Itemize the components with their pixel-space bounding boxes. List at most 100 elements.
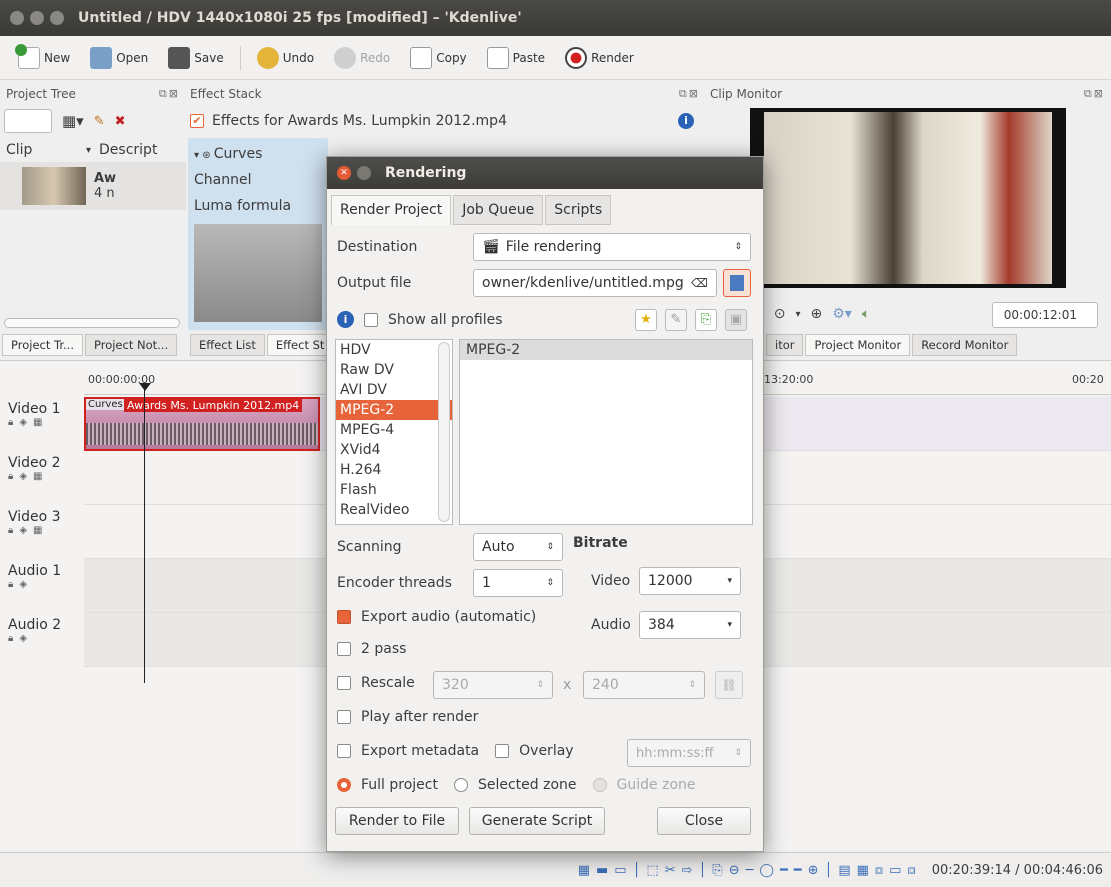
output-file-field[interactable]: owner/kdenlive/untitled.mpg ⌫	[473, 269, 717, 297]
play-after-render-checkbox[interactable]	[337, 710, 351, 724]
add-clip-icon[interactable]: ▦▾	[62, 112, 84, 130]
edit-profile-icon[interactable]: ✎	[665, 309, 687, 331]
format-list[interactable]: HDV Raw DV AVI DV MPEG-2 MPEG-4 XVid4 H.…	[335, 339, 453, 525]
play-dropdown-icon[interactable]: ▾	[795, 309, 800, 320]
audio-bitrate-select[interactable]: 384 ▾	[639, 611, 741, 639]
list-item[interactable]: Raw DV	[336, 360, 452, 380]
export-audio-checkbox[interactable]	[337, 610, 351, 624]
full-project-radio[interactable]	[337, 778, 351, 792]
save-button[interactable]: Save	[160, 43, 231, 73]
list-item[interactable]: Aw 4 n	[0, 162, 186, 210]
dialog-menu-icon[interactable]	[357, 166, 371, 180]
track-lock-icon[interactable]: 🔒︎◈▦	[8, 417, 76, 428]
open-button[interactable]: Open	[82, 43, 156, 73]
dock-buttons-icon[interactable]: ⧉⊠	[159, 87, 186, 101]
list-item[interactable]: RealVideo	[336, 500, 452, 520]
tab-project-monitor[interactable]: Project Monitor	[805, 334, 911, 356]
tab-render-project[interactable]: Render Project	[331, 195, 452, 225]
track-header-video-1[interactable]: Video 1 🔒︎◈▦	[0, 397, 84, 451]
monitor-timecode-field[interactable]: 00:00:12:01	[992, 302, 1098, 328]
info-icon[interactable]: i	[678, 113, 694, 129]
tab-job-queue[interactable]: Job Queue	[453, 195, 544, 225]
copy-button[interactable]: Copy	[402, 43, 474, 73]
link-aspect-button[interactable]: ⛓︎	[715, 671, 743, 699]
generate-script-button[interactable]: Generate Script	[469, 807, 605, 835]
guide-zone-radio[interactable]	[592, 778, 607, 792]
new-profile-icon[interactable]: ⎘	[695, 309, 717, 331]
paste-button[interactable]: Paste	[479, 43, 553, 73]
delete-clip-icon[interactable]: ✖	[115, 114, 126, 129]
selected-zone-radio[interactable]	[453, 778, 468, 792]
scanning-select[interactable]: Auto ⇕	[473, 533, 563, 561]
delete-profile-icon[interactable]: ▣	[725, 309, 747, 331]
tab-effect-stack[interactable]: Effect St	[266, 334, 334, 356]
zoom-icon[interactable]: ⚙▾	[832, 306, 852, 322]
track-header-audio-1[interactable]: Audio 1 🔒︎◈	[0, 559, 84, 613]
track-header-audio-2[interactable]: Audio 2 🔒︎◈	[0, 613, 84, 667]
close-window-icon[interactable]	[10, 11, 24, 25]
track-header-video-3[interactable]: Video 3 🔒︎◈▦	[0, 505, 84, 559]
timeline-tool-icons[interactable]: ▦▬▭│⬚✂⇨│⎘⊖─◯━━⊕│▤▦⧈▭⧈	[578, 863, 922, 878]
playhead-marker-icon[interactable]	[139, 383, 151, 391]
curve-preview[interactable]	[194, 224, 322, 322]
render-to-file-button[interactable]: Render to File	[335, 807, 459, 835]
export-metadata-checkbox[interactable]	[337, 744, 351, 758]
tab-scripts[interactable]: Scripts	[545, 195, 612, 225]
minimize-window-icon[interactable]	[30, 11, 44, 25]
browse-file-button[interactable]	[723, 269, 751, 297]
favorite-star-icon[interactable]: ★	[635, 309, 657, 331]
track-lock-icon[interactable]: 🔒︎◈	[8, 633, 76, 644]
project-search-input[interactable]	[4, 109, 52, 133]
close-dialog-icon[interactable]: ✕	[337, 166, 351, 180]
edit-clip-icon[interactable]: ✎	[94, 114, 105, 129]
list-item[interactable]: AVI DV	[336, 380, 452, 400]
list-item-selected[interactable]: MPEG-2	[460, 340, 752, 360]
track-lock-icon[interactable]: 🔒︎◈▦	[8, 471, 76, 482]
rescale-height-spinbox[interactable]: 240 ⇕	[583, 671, 705, 699]
enable-effects-checkbox[interactable]: ✔	[190, 114, 204, 128]
video-bitrate-select[interactable]: 12000 ▾	[639, 567, 741, 595]
overlay-checkbox[interactable]	[495, 744, 510, 758]
tab-project-tree[interactable]: Project Tr...	[2, 334, 83, 356]
list-item[interactable]: XVid4	[336, 440, 452, 460]
timeline-timecode[interactable]: 00:20:39:14 / 00:04:46:06	[932, 863, 1103, 878]
render-button[interactable]: Render	[557, 43, 642, 73]
destination-select[interactable]: 🎬︎ File rendering ⇕	[473, 233, 751, 261]
undo-button[interactable]: Undo	[249, 43, 322, 73]
track-lock-icon[interactable]: 🔒︎◈	[8, 579, 76, 590]
rescale-width-spinbox[interactable]: 320 ⇕	[433, 671, 553, 699]
profile-list[interactable]: MPEG-2	[459, 339, 753, 525]
encoder-threads-spinbox[interactable]: 1 ⇕	[473, 569, 563, 597]
forward-icon[interactable]: ⊕	[811, 306, 823, 322]
clear-text-icon[interactable]: ⌫	[691, 276, 708, 290]
rescale-checkbox[interactable]	[337, 676, 351, 690]
close-button[interactable]: Close	[657, 807, 751, 835]
info-icon[interactable]: i	[337, 311, 354, 328]
clip-monitor-view[interactable]	[750, 108, 1066, 288]
play-icon[interactable]: ⊙	[774, 306, 786, 322]
curves-effect-header[interactable]: ▾ ⊛ Curves	[194, 146, 322, 162]
track-header-video-2[interactable]: Video 2 🔒︎◈▦	[0, 451, 84, 505]
new-button[interactable]: New	[10, 43, 78, 73]
format-list-scrollbar[interactable]	[438, 342, 450, 522]
dock-buttons-icon[interactable]: ⧉⊠	[679, 87, 706, 101]
dock-buttons-icon[interactable]: ⧉⊠	[1084, 87, 1111, 101]
tab-project-notes[interactable]: Project Not...	[84, 334, 178, 356]
maximize-window-icon[interactable]	[50, 11, 64, 25]
project-tree-scrollbar[interactable]	[4, 318, 180, 328]
show-all-profiles-checkbox[interactable]	[364, 312, 378, 327]
redo-button[interactable]: Redo	[326, 43, 398, 73]
list-item[interactable]: MPEG-4	[336, 420, 452, 440]
playhead[interactable]	[144, 383, 145, 683]
list-item[interactable]: Flash	[336, 480, 452, 500]
tab-clip-monitor[interactable]: itor	[766, 334, 804, 356]
overlay-format-select[interactable]: hh:mm:ss:ff ⇕	[627, 739, 751, 767]
track-lock-icon[interactable]: 🔒︎◈▦	[8, 525, 76, 536]
timeline-clip[interactable]: Curves Awards Ms. Lumpkin 2012.mp4	[84, 397, 320, 451]
two-pass-checkbox[interactable]	[337, 642, 351, 656]
volume-icon[interactable]: 🔈︎	[862, 306, 870, 322]
list-item-selected[interactable]: MPEG-2	[336, 400, 452, 420]
tab-effect-list[interactable]: Effect List	[190, 334, 265, 356]
list-item[interactable]: H.264	[336, 460, 452, 480]
tab-record-monitor[interactable]: Record Monitor	[912, 334, 1018, 356]
